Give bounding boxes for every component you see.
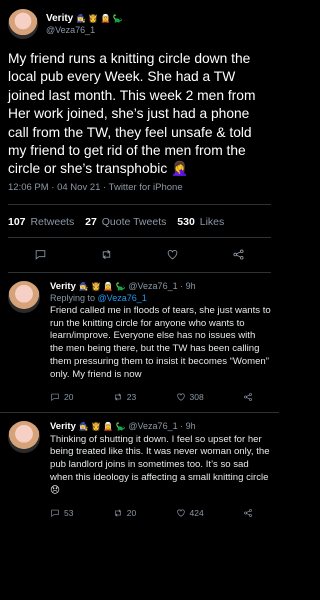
author-name[interactable]: Verity xyxy=(46,13,73,25)
speech-bubble-icon[interactable] xyxy=(34,248,47,261)
retweet-icon xyxy=(114,509,121,517)
main-tweet-actions xyxy=(8,236,271,273)
tweet-thread-page: Verity 🧙‍♀️ 👸 🧝 🦕 @Veza76_1 My friend ru… xyxy=(0,0,279,600)
tweet-timestamp[interactable]: 12:06 PM · 04 Nov 21 · Twitter for iPhon… xyxy=(8,182,271,193)
speech-bubble-icon xyxy=(51,509,59,517)
author-name[interactable]: Verity xyxy=(50,281,76,292)
reply-actions: 53 20 424 xyxy=(50,498,271,528)
author-name[interactable]: Verity xyxy=(50,421,76,432)
quote-label: Quote Tweets xyxy=(101,215,167,228)
author-handle[interactable]: @Veza76_1 · 9h xyxy=(128,281,195,291)
reply-count: 53 xyxy=(64,507,74,518)
retweets-label: Retweets xyxy=(30,215,75,228)
replying-handle-link[interactable]: @Veza76_1 xyxy=(98,293,147,303)
heart-icon[interactable] xyxy=(166,248,179,261)
tweet-text: My friend runs a knitting circle down th… xyxy=(8,51,256,177)
likes-label: Likes xyxy=(199,215,225,228)
author-handle[interactable]: @Veza76_1 · 9h xyxy=(128,421,195,431)
reply-actions: 20 23 308 xyxy=(50,382,271,412)
author-emojis: 🧙‍♀️ 👸 🧝 🦕 xyxy=(78,281,126,291)
retweets-stat[interactable]: 107 Retweets xyxy=(8,216,74,228)
heart-icon xyxy=(176,393,185,401)
like-button[interactable]: 424 xyxy=(176,508,204,518)
reply-tweet[interactable]: Verity 🧙‍♀️ 👸 🧝 🦕 @Veza76_1 · 9h Thinkin… xyxy=(0,413,279,528)
retweet-button[interactable]: 20 xyxy=(113,508,136,518)
heart-icon xyxy=(176,509,185,517)
quote-count: 27 xyxy=(85,215,97,228)
author-emojis: 🧙‍♀️ 👸 🧝 🦕 xyxy=(76,14,123,24)
share-icon xyxy=(244,392,252,401)
share-button[interactable] xyxy=(243,392,253,402)
retweets-count: 107 xyxy=(8,215,26,228)
avatar[interactable] xyxy=(8,420,40,453)
like-count: 424 xyxy=(189,507,204,518)
main-tweet: Verity 🧙‍♀️ 👸 🧝 🦕 @Veza76_1 My friend ru… xyxy=(0,0,279,273)
replying-to: Replying to @Veza76_1 xyxy=(50,293,271,303)
likes-stat[interactable]: 530 Likes xyxy=(177,216,224,228)
like-count: 308 xyxy=(189,391,204,402)
retweet-icon xyxy=(114,393,121,401)
reply-button[interactable]: 53 xyxy=(50,508,73,518)
avatar[interactable] xyxy=(8,280,40,313)
likes-count: 530 xyxy=(177,215,195,228)
retweet-count: 20 xyxy=(126,507,137,518)
share-icon[interactable] xyxy=(232,248,245,261)
main-tweet-header: Verity 🧙‍♀️ 👸 🧝 🦕 @Veza76_1 xyxy=(8,6,271,42)
reply-button[interactable]: 20 xyxy=(50,392,73,402)
share-icon xyxy=(244,508,252,517)
speech-bubble-icon xyxy=(51,393,59,401)
author-handle[interactable]: @Veza76_1 xyxy=(46,25,123,35)
retweet-count: 23 xyxy=(126,391,137,402)
author-emojis: 🧙‍♀️ 👸 🧝 🦕 xyxy=(78,421,126,431)
replying-prefix: Replying to xyxy=(50,292,96,303)
tweet-stats: 107 Retweets 27 Quote Tweets 530 Likes xyxy=(8,205,271,237)
share-button[interactable] xyxy=(243,508,253,518)
avatar[interactable] xyxy=(8,9,38,39)
retweet-button[interactable]: 23 xyxy=(113,392,136,402)
like-button[interactable]: 308 xyxy=(176,392,204,402)
retweet-icon[interactable] xyxy=(100,248,113,261)
reply-tweet[interactable]: Verity 🧙‍♀️ 👸 🧝 🦕 @Veza76_1 · 9h Replyin… xyxy=(0,273,279,412)
reply-text: Thinking of shutting it down. I feel so … xyxy=(50,433,270,496)
reply-count: 20 xyxy=(64,391,74,402)
reply-text: Friend called me in floods of tears, she… xyxy=(50,304,271,380)
quote-tweets-stat[interactable]: 27 Quote Tweets xyxy=(85,216,166,228)
